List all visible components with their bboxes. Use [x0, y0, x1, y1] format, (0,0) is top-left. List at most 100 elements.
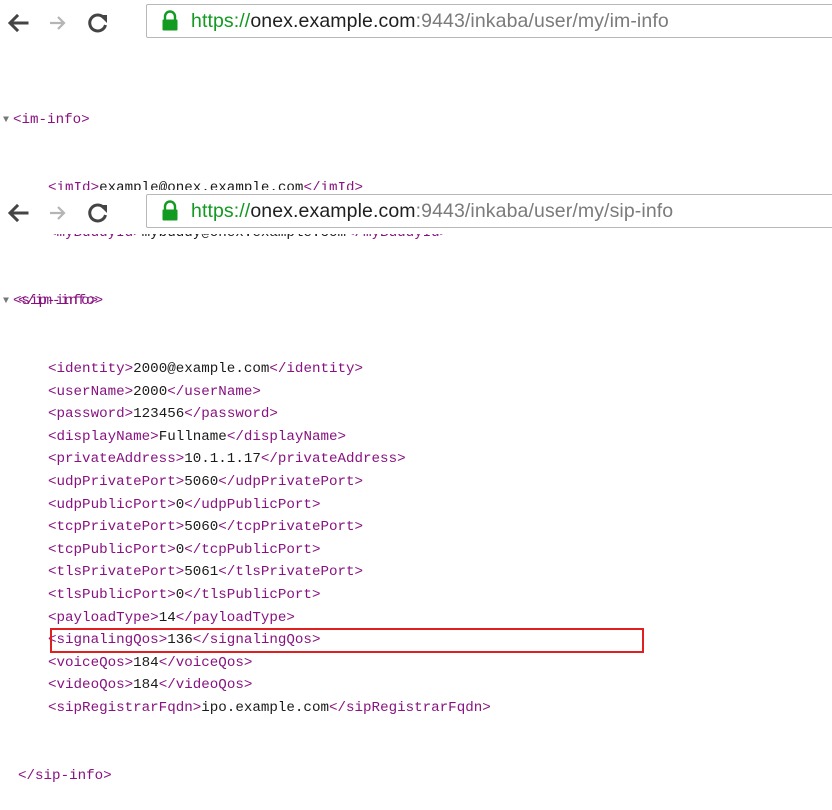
tag-name: tcpPrivatePort [56, 519, 176, 536]
tag-name: tlsPublicPort [56, 586, 168, 603]
xml-open-tag: <identity> [48, 360, 134, 377]
tag-name: tcpPublicPort [201, 541, 312, 558]
xml-open-tag: <privateAddress> [48, 451, 185, 468]
xml-value: 5060 [184, 519, 219, 536]
reload-icon [88, 13, 107, 33]
xml-open-tag: <userName> [48, 383, 134, 400]
tag-name: privateAddress [277, 451, 398, 468]
xml-value: 0 [175, 586, 185, 603]
reload-button[interactable] [84, 10, 112, 36]
collapse-triangle-icon[interactable]: ▼ [3, 110, 13, 133]
url-host: onex.example.com [250, 9, 416, 32]
xml-open-tag: <displayName> [48, 428, 159, 445]
root-tag-name: im-info [21, 112, 82, 129]
tag-name: payloadType [56, 609, 151, 626]
xml-close-tag: </videoQos> [158, 677, 253, 694]
forward-arrow-icon [50, 16, 66, 30]
tag-name: userName [184, 383, 253, 400]
url-path: :9443/inkaba/user/my/im-info [415, 9, 669, 32]
xml-close-tag: </identity> [269, 360, 364, 377]
xml-value: 14 [158, 609, 176, 626]
xml-open-tag: <videoQos> [48, 677, 134, 694]
xml-value: 2000 [133, 383, 168, 400]
xml-value: 0 [175, 496, 185, 513]
url-text[interactable]: https://onex.example.com:9443/inkaba/use… [191, 10, 669, 33]
forward-button[interactable] [44, 200, 72, 226]
tag-name: udpPrivatePort [235, 473, 355, 490]
xml-open-root: ▼ <im-info> [0, 109, 448, 132]
xml-value: 2000@example.com [133, 360, 270, 377]
address-bar[interactable]: https://onex.example.com:9443/inkaba/use… [146, 4, 832, 38]
xml-open-tag: <tcpPrivatePort> [48, 519, 185, 536]
browser-toolbar-im-info: https://onex.example.com:9443/inkaba/use… [0, 0, 832, 44]
xml-element-udpPublicPort: <udpPublicPort>0</udpPublicPort> [0, 494, 491, 517]
xml-value: 10.1.1.17 [184, 451, 261, 468]
xml-open-tag: <voiceQos> [48, 654, 134, 671]
xml-element-tcpPrivatePort: <tcpPrivatePort>5060</tcpPrivatePort> [0, 516, 491, 539]
xml-element-sipRegistrarFqdn: <sipRegistrarFqdn>ipo.example.com</sipRe… [0, 697, 491, 720]
xml-close-tag: </udpPrivatePort> [218, 473, 364, 490]
xml-close-tag: </tcpPrivatePort> [218, 519, 364, 536]
xml-element-tlsPublicPort: <tlsPublicPort>0</tlsPublicPort> [0, 584, 491, 607]
lock-icon [161, 8, 183, 34]
xml-tree-sip-info: ▼ <sip-info> <identity>2000@example.com</… [0, 245, 491, 810]
xml-open-tag: <tlsPrivatePort> [48, 564, 185, 581]
tag-name: sipRegistrarFqdn [56, 699, 193, 716]
xml-open-root: ▼ <sip-info> [0, 290, 491, 313]
url-text[interactable]: https://onex.example.com:9443/inkaba/use… [191, 200, 673, 223]
xml-element-identity: <identity>2000@example.com</identity> [0, 358, 491, 381]
xml-element-tlsPrivatePort: <tlsPrivatePort>5061</tlsPrivatePort> [0, 561, 491, 584]
xml-close-root: </sip-info> [18, 767, 112, 784]
xml-value: 0 [175, 541, 185, 558]
xml-close-tag: </userName> [167, 383, 261, 400]
xml-element-payloadType: <payloadType>14</payloadType> [0, 607, 491, 630]
tag-name: udpPublicPort [201, 496, 312, 513]
browser-toolbar-sip-info: https://onex.example.com:9443/inkaba/use… [0, 190, 832, 234]
tag-name: videoQos [56, 677, 125, 694]
collapse-triangle-icon[interactable]: ▼ [3, 291, 13, 314]
xml-element-userName: <userName>2000</userName> [0, 381, 491, 404]
xml-value: 5060 [184, 473, 219, 490]
tag-name: password [201, 406, 270, 423]
forward-button[interactable] [44, 10, 72, 36]
highlight-box [50, 628, 644, 653]
xml-close-tag: </privateAddress> [260, 451, 406, 468]
xml-close-tag: </password> [184, 406, 278, 423]
forward-arrow-icon [50, 206, 66, 220]
xml-open-tag: <sipRegistrarFqdn> [48, 699, 202, 716]
back-button[interactable] [4, 10, 32, 36]
xml-open-tag: <payloadType> [48, 609, 159, 626]
tag-name: identity [286, 360, 355, 377]
xml-open-tag: <tlsPublicPort> [48, 586, 176, 603]
lock-icon [161, 198, 183, 224]
tag-name: videoQos [175, 677, 244, 694]
xml-element-voiceQos: <voiceQos>184</voiceQos> [0, 652, 491, 675]
xml-value: 184 [133, 654, 159, 671]
root-tag-name: sip-info [21, 293, 90, 310]
xml-open-tag: <udpPublicPort> [48, 496, 176, 513]
tag-name: tlsPrivatePort [56, 564, 176, 581]
tag-name: voiceQos [175, 654, 244, 671]
tag-name: tcpPrivatePort [235, 519, 355, 536]
address-bar[interactable]: https://onex.example.com:9443/inkaba/use… [146, 194, 832, 228]
root-tag-name: sip-info [35, 767, 104, 784]
tag-name: udpPrivatePort [56, 473, 176, 490]
tag-name: tcpPublicPort [56, 541, 168, 558]
back-arrow-icon [7, 14, 29, 32]
tag-name: privateAddress [56, 451, 176, 468]
tag-name: identity [56, 360, 125, 377]
xml-element-videoQos: <videoQos>184</videoQos> [0, 674, 491, 697]
xml-value: 5061 [184, 564, 219, 581]
tag-name: tlsPublicPort [201, 586, 312, 603]
back-button[interactable] [4, 200, 32, 226]
xml-open-tag: <password> [48, 406, 134, 423]
xml-close-tag: </udpPublicPort> [184, 496, 321, 513]
tag-name: voiceQos [56, 654, 125, 671]
xml-element-udpPrivatePort: <udpPrivatePort>5060</udpPrivatePort> [0, 471, 491, 494]
xml-close-tag: </tcpPublicPort> [184, 541, 321, 558]
reload-button[interactable] [84, 200, 112, 226]
tag-name: password [56, 406, 125, 423]
xml-element-displayName: <displayName>Fullname</displayName> [0, 426, 491, 449]
url-host: onex.example.com [250, 199, 416, 222]
xml-value: Fullname [158, 428, 227, 445]
